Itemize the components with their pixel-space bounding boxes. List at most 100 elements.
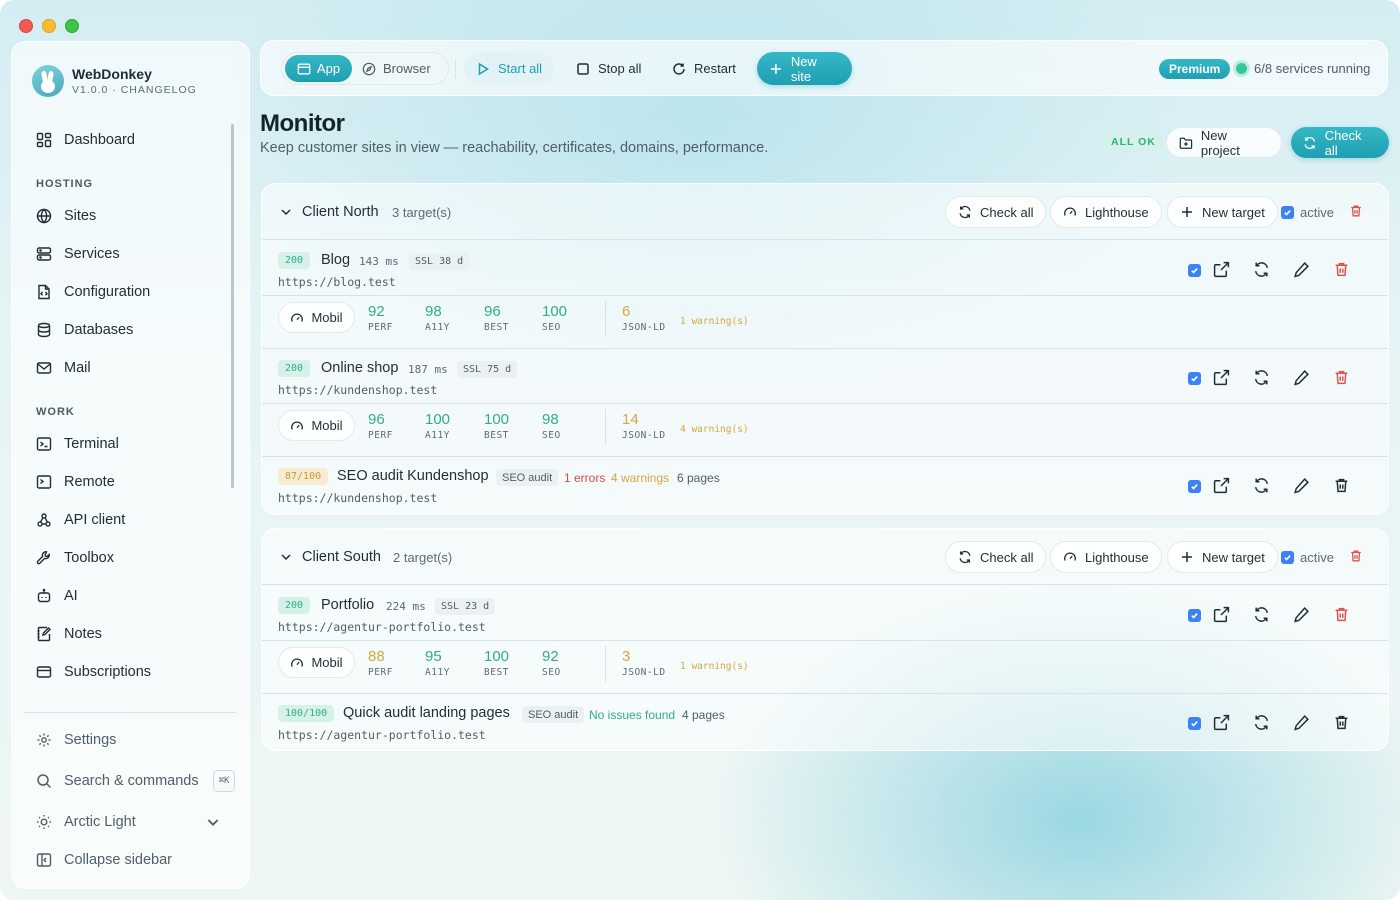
target-url[interactable]: https://agentur-portfolio.test [278,728,486,742]
new-target-button[interactable]: New target [1167,541,1278,573]
sidebar-item-api-client[interactable]: API client [24,503,224,537]
sidebar-item-sites[interactable]: Sites [24,199,224,233]
collapse-sidebar-button[interactable]: Collapse sidebar [24,843,224,877]
target-name[interactable]: Quick audit landing pages [343,705,510,721]
warning-count[interactable]: 1 warning(s) [680,316,749,327]
score-seo: 100 SEO [542,303,567,333]
target-enabled-checkbox[interactable] [1188,264,1201,277]
target-url[interactable]: https://blog.test [278,275,396,289]
target-enabled-checkbox[interactable] [1188,609,1201,622]
refresh-icon[interactable] [1253,369,1270,386]
target-name[interactable]: SEO audit Kundenshop [337,468,489,484]
app-version[interactable]: V1.0.0 · CHANGELOG [72,84,197,96]
external-link-icon[interactable] [1213,261,1230,278]
project-check-all-button[interactable]: Check all [945,196,1047,228]
project-check-all-button[interactable]: Check all [945,541,1047,573]
device-button[interactable]: Mobil [278,302,355,333]
active-toggle[interactable]: active [1281,550,1334,565]
lighthouse-button[interactable]: Lighthouse [1050,541,1162,573]
project-name[interactable]: Client North [302,204,379,220]
error-count[interactable]: 1 errors [564,471,605,485]
trash-icon[interactable] [1333,714,1350,731]
score-a11y: 100 A11Y [425,411,450,441]
trash-icon[interactable] [1349,549,1363,563]
sidebar-item-ai[interactable]: AI [24,579,224,613]
sidebar-scrollbar[interactable] [231,124,234,488]
score-value: 92 [368,303,385,320]
sidebar-item-subscriptions[interactable]: Subscriptions [24,655,224,689]
pencil-icon[interactable] [1293,261,1310,278]
minimize-window-button[interactable] [42,19,56,33]
sidebar-item-search[interactable]: Search & commands ⌘K [24,764,239,798]
warning-count[interactable]: 4 warnings [611,471,669,485]
chevron-down-icon[interactable] [279,550,293,564]
sidebar-item-remote[interactable]: Remote [24,465,224,499]
refresh-icon[interactable] [1253,606,1270,623]
warning-count[interactable]: 4 warning(s) [680,424,749,435]
refresh-icon[interactable] [1253,477,1270,494]
score-label: PERF [368,322,393,333]
target-name[interactable]: Online shop [321,360,398,376]
active-toggle[interactable]: active [1281,205,1334,220]
sidebar-item-terminal[interactable]: Terminal [24,427,224,461]
trash-icon[interactable] [1333,369,1350,386]
project-name[interactable]: Client South [302,549,381,565]
external-link-icon[interactable] [1213,714,1230,731]
target-enabled-checkbox[interactable] [1188,717,1201,730]
target-url[interactable]: https://kundenshop.test [278,383,437,397]
zoom-window-button[interactable] [65,19,79,33]
trash-icon[interactable] [1333,477,1350,494]
refresh-icon[interactable] [1253,714,1270,731]
external-link-icon[interactable] [1213,606,1230,623]
sidebar-item-toolbox[interactable]: Toolbox [24,541,224,575]
restart-button[interactable]: Restart [660,52,748,85]
stop-all-button[interactable]: Stop all [564,52,653,85]
http-status-badge: 200 [278,597,311,614]
target-name[interactable]: Portfolio [321,597,374,613]
external-link-icon[interactable] [1213,477,1230,494]
target-enabled-checkbox[interactable] [1188,372,1201,385]
sidebar-item-services[interactable]: Services [24,237,224,271]
refresh-icon[interactable] [1253,261,1270,278]
lighthouse-results: Mobil 96 PERF 100 A11Y 100 BEST 98 SEO 14 JSO… [262,403,1388,457]
pencil-icon[interactable] [1293,477,1310,494]
trash-icon[interactable] [1333,261,1350,278]
premium-badge[interactable]: Premium [1159,59,1231,79]
trash-icon[interactable] [1349,204,1363,218]
active-checkbox[interactable] [1281,206,1294,219]
brand[interactable]: WebDonkey V1.0.0 · CHANGELOG [32,65,197,97]
chevron-down-icon[interactable] [279,205,293,219]
start-all-button[interactable]: Start all [464,52,555,85]
new-project-button[interactable]: New project [1166,127,1282,158]
sidebar-item-databases[interactable]: Databases [24,313,224,347]
sidebar-item-mail[interactable]: Mail [24,351,224,385]
trash-icon[interactable] [1333,606,1350,623]
active-checkbox[interactable] [1281,551,1294,564]
target-url[interactable]: https://kundenshop.test [278,491,437,505]
theme-selector[interactable]: Arctic Light [24,805,239,839]
new-site-button[interactable]: New site [757,52,852,85]
services-status[interactable]: 6/8 services running [1254,61,1370,76]
mode-app-button[interactable]: App [285,55,352,82]
warning-count[interactable]: 1 warning(s) [680,661,749,672]
device-button[interactable]: Mobil [278,647,355,678]
target-url[interactable]: https://agentur-portfolio.test [278,620,486,634]
close-window-button[interactable] [19,19,33,33]
target-name[interactable]: Blog [321,252,350,268]
check-all-button[interactable]: Check all [1291,127,1389,158]
device-button[interactable]: Mobil [278,410,355,441]
pencil-icon[interactable] [1293,714,1310,731]
mode-browser-button[interactable]: Browser [362,55,431,82]
sidebar-item-settings[interactable]: Settings [24,723,224,757]
pencil-icon[interactable] [1293,369,1310,386]
external-link-icon[interactable] [1213,369,1230,386]
lighthouse-button[interactable]: Lighthouse [1050,196,1162,228]
sidebar-item-configuration[interactable]: Configuration [24,275,224,309]
terminal-icon [36,437,52,451]
pencil-icon[interactable] [1293,606,1310,623]
sidebar-divider [24,712,236,713]
target-enabled-checkbox[interactable] [1188,480,1201,493]
sidebar-item-notes[interactable]: Notes [24,617,224,651]
new-target-button[interactable]: New target [1167,196,1278,228]
sidebar-item-dashboard[interactable]: Dashboard [24,123,224,157]
